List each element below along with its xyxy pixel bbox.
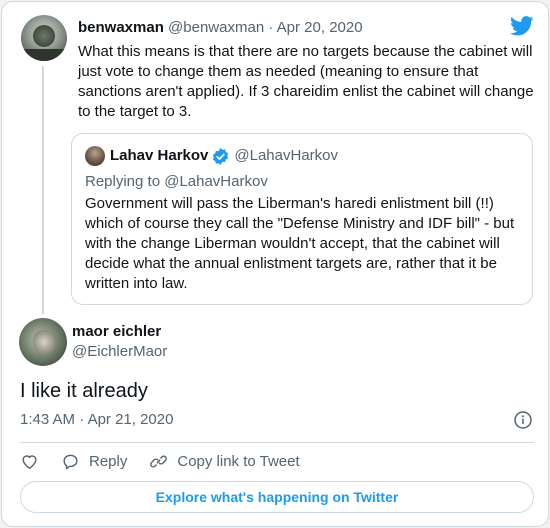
main-author-name[interactable]: maor eichler — [72, 322, 161, 342]
main-author-handle[interactable]: @EichlerMaor — [72, 342, 167, 362]
avatar-dog-shape — [33, 330, 55, 354]
info-icon[interactable] — [513, 410, 533, 430]
copy-link-label: Copy link to Tweet — [177, 452, 300, 470]
avatar-ground-shape — [21, 49, 67, 61]
benwaxman-avatar[interactable] — [21, 15, 67, 61]
parent-author-handle[interactable]: @benwaxman — [168, 19, 264, 36]
main-tweet-time: 1:43 AM — [20, 411, 76, 428]
main-tweet-text: I like it already — [20, 380, 148, 402]
main-tweet-timestamp[interactable]: 1:43 AM · Apr 21, 2020 — [20, 410, 173, 430]
twitter-bird-icon[interactable] — [510, 16, 534, 36]
lahav-harkov-avatar — [85, 146, 105, 166]
maor-eichler-avatar[interactable] — [19, 318, 67, 366]
reply-bubble-icon — [63, 454, 78, 469]
main-tweet-date: Apr 21, 2020 — [87, 411, 174, 428]
divider — [20, 442, 534, 443]
quoted-tweet[interactable]: Lahav Harkov @LahavHarkov Replying to @L… — [71, 133, 533, 305]
link-icon — [150, 455, 168, 467]
verified-badge-icon — [213, 147, 229, 165]
parent-tweet-text: What this means is that there are no tar… — [78, 43, 534, 120]
parent-tweet-header: benwaxman @benwaxman · Apr 20, 2020 — [78, 18, 363, 38]
quoted-author-name: Lahav Harkov — [110, 147, 209, 164]
tweet-actions-bar: Reply Copy link to Tweet — [20, 450, 322, 472]
reply-button[interactable]: Reply — [61, 452, 127, 471]
parent-author-name[interactable]: benwaxman — [78, 19, 164, 36]
tweet-embed-card: benwaxman @benwaxman · Apr 20, 2020 What… — [1, 1, 549, 527]
parent-tweet-date[interactable]: Apr 20, 2020 — [277, 19, 363, 36]
like-button[interactable] — [20, 452, 39, 471]
quoted-author-handle: @LahavHarkov — [234, 147, 338, 164]
heart-icon — [22, 454, 37, 469]
parent-dot-separator: · — [268, 19, 274, 36]
reply-label: Reply — [89, 452, 128, 470]
main-dot-separator: · — [79, 411, 85, 428]
quoted-tweet-header: Lahav Harkov @LahavHarkov — [110, 146, 338, 166]
replying-to-label: Replying to @LahavHarkov — [85, 173, 268, 190]
copy-link-button[interactable]: Copy link to Tweet — [149, 452, 300, 471]
avatar-tree-shape — [33, 25, 55, 47]
thread-connector-line — [42, 66, 44, 314]
quoted-tweet-text: Government will pass the Liberman's hare… — [85, 195, 515, 292]
explore-twitter-button[interactable]: Explore what's happening on Twitter — [20, 481, 534, 513]
